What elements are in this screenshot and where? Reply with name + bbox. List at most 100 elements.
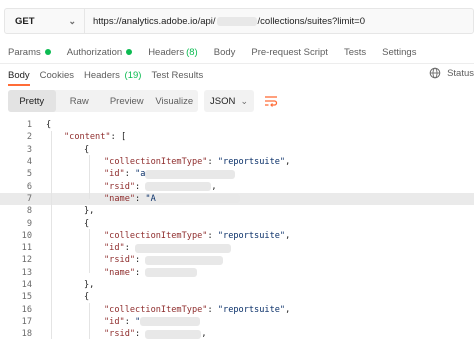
code-line: 16 "collectionItemType": "reportsuite", [0, 303, 474, 315]
redacted-value [140, 317, 201, 327]
raw-button[interactable]: Raw [56, 90, 104, 112]
tab-tests[interactable]: Tests [344, 47, 366, 58]
line-number: 15 [21, 292, 32, 303]
method-label: GET [15, 15, 35, 27]
redacted-value [135, 243, 232, 253]
json-brace: { [84, 292, 90, 303]
json-string: "reportsuite" [217, 230, 286, 241]
visualize-button[interactable]: Visualize [151, 90, 199, 112]
url-prefix: https://analytics.adobe.io/api/ [93, 15, 216, 27]
json-string: "a [135, 169, 146, 180]
tab-response-headers-label: Headers [83, 69, 120, 81]
redacted-value [145, 268, 198, 278]
tab-cookies[interactable]: Cookies [40, 70, 74, 81]
line-number: 1 [26, 120, 32, 131]
format-select[interactable]: JSON ⌄ [204, 90, 254, 112]
indent-guide [89, 303, 90, 339]
json-colon: : [135, 267, 146, 278]
preview-button[interactable]: Preview [103, 90, 151, 112]
json-comma: , [201, 329, 207, 339]
tab-settings[interactable]: Settings [382, 47, 416, 58]
tab-authorization[interactable]: Authorization [66, 46, 133, 58]
code-line: 13 "name": [0, 267, 474, 279]
tabs-divider [0, 63, 474, 64]
tab-tests-label: Tests [343, 46, 367, 58]
json-brace: { [84, 218, 90, 229]
code-line: 15 { [0, 291, 474, 303]
code-line: 8 }, [0, 205, 474, 217]
wrap-lines-button[interactable] [260, 90, 282, 112]
tab-headers[interactable]: Headers (8) [148, 47, 198, 58]
code-line: 5 "id": "a [0, 168, 474, 180]
response-body-code[interactable]: 1 { 2 "content": [ 3 { 4 "collectionItem… [0, 119, 474, 339]
json-comma: , [285, 304, 291, 315]
tab-headers-label: Headers [148, 46, 185, 58]
method-select[interactable]: GET ⌄ [5, 9, 85, 33]
tab-authorization-label: Authorization [66, 46, 123, 58]
view-mode-segmented: Pretty Raw Preview Visualize [8, 90, 198, 112]
request-url-bar: GET ⌄ https://analytics.adobe.io/api/ /c… [4, 8, 474, 34]
params-status-dot [44, 49, 51, 55]
tab-response-body[interactable]: Body [8, 70, 30, 86]
json-key: "content" [64, 132, 111, 143]
line-number: 14 [21, 280, 32, 290]
code-line: 4 "collectionItemType": "reportsuite", [0, 156, 474, 168]
tab-test-results[interactable]: Test Results [151, 70, 203, 81]
json-colon: : [207, 304, 218, 315]
code-line: 17 "id": " [0, 316, 474, 328]
line-number: 16 [21, 304, 32, 315]
indent-guide [89, 155, 90, 199]
line-number: 6 [26, 181, 32, 192]
line-number: 2 [26, 132, 32, 143]
json-colon: : [207, 157, 218, 168]
pretty-button[interactable]: Pretty [8, 90, 56, 112]
line-number: 8 [26, 206, 32, 217]
wrap-lines-icon [265, 96, 278, 107]
json-key: "collectionItemType" [104, 157, 208, 168]
json-colon: : [135, 255, 146, 266]
request-tabs: Params Authorization Headers (8) Body Pr… [8, 44, 432, 60]
chevron-down-icon: ⌄ [68, 15, 76, 26]
format-label: JSON [210, 95, 236, 107]
json-string: "A [145, 193, 156, 204]
line-number: 12 [21, 255, 32, 266]
json-key: "id" [104, 316, 125, 327]
tab-params-label: Params [8, 46, 41, 58]
line-number: 9 [26, 218, 32, 229]
line-number: 13 [21, 267, 32, 278]
line-number: 5 [26, 169, 32, 180]
json-key: "name" [104, 193, 136, 204]
code-line: 9 { [0, 217, 474, 229]
json-string: "reportsuite" [217, 157, 286, 168]
json-key: "rsid" [104, 255, 136, 266]
globe-icon[interactable] [429, 67, 441, 79]
tab-response-headers[interactable]: Headers (19) [84, 70, 141, 81]
redacted-value [145, 182, 212, 192]
line-number: 17 [21, 316, 32, 327]
code-line: 18 "rsid": , [0, 328, 474, 339]
line-number: 11 [21, 243, 32, 254]
json-bracket: [ [120, 132, 127, 143]
json-colon: : [124, 316, 136, 327]
tab-body[interactable]: Body [214, 47, 236, 58]
redacted-value [145, 329, 202, 339]
indent-guide [89, 229, 90, 273]
code-line-highlighted: 7 "name": "A [0, 192, 474, 206]
tab-pre-request-script[interactable]: Pre-request Script [251, 47, 328, 58]
json-comma: , [285, 230, 291, 241]
tab-settings-label: Settings [382, 46, 417, 58]
response-status: Status [429, 67, 474, 79]
response-headers-count: (19) [124, 69, 142, 81]
url-input[interactable]: https://analytics.adobe.io/api/ /collect… [85, 16, 365, 27]
json-brace: { [84, 144, 90, 155]
code-line: 12 "rsid": [0, 254, 474, 266]
response-toolbar: Pretty Raw Preview Visualize JSON ⌄ [8, 90, 282, 112]
json-key: "collectionItemType" [104, 230, 208, 241]
tab-params[interactable]: Params [8, 47, 51, 58]
code-line: 1 { [0, 119, 474, 131]
json-colon: : [135, 329, 146, 339]
line-number: 4 [26, 157, 32, 168]
redacted-value [155, 194, 240, 204]
json-comma: , [211, 181, 217, 192]
chevron-down-icon: ⌄ [240, 95, 248, 106]
